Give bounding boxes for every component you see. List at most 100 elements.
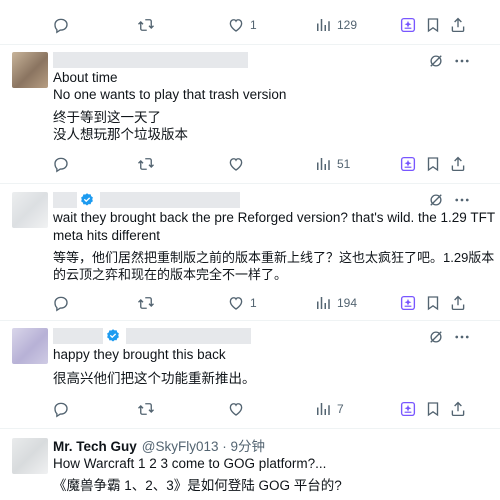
grok-button[interactable]: [399, 292, 417, 314]
tweet-actions: 7: [0, 398, 500, 420]
views-count: 7: [337, 402, 344, 416]
reply-button[interactable]: [52, 14, 75, 36]
bookmark-icon: [424, 294, 442, 312]
verified-icon: [105, 328, 121, 344]
tweet-text-line: No one wants to play that trash version: [53, 87, 287, 102]
like-icon: [227, 155, 245, 173]
reply-button[interactable]: [52, 153, 75, 175]
separator: [0, 428, 500, 429]
share-icon: [449, 155, 467, 173]
like-icon: [227, 294, 245, 312]
views-icon: [314, 155, 332, 173]
author-name-redacted[interactable]: [53, 52, 248, 68]
views-icon: [314, 400, 332, 418]
like-button[interactable]: 1: [227, 14, 257, 36]
views-button[interactable]: 7: [314, 398, 344, 420]
separator: [0, 320, 500, 321]
tweet-text-line: happy they brought this back: [53, 347, 226, 362]
avatar[interactable]: [12, 52, 48, 88]
reply-icon: [52, 294, 70, 312]
tweet-actions: 51: [0, 153, 500, 175]
share-icon: [449, 294, 467, 312]
reply-icon: [52, 400, 70, 418]
author-name-redacted[interactable]: [53, 328, 103, 344]
more-icon[interactable]: [453, 328, 471, 346]
tweet-text-line: About time: [53, 70, 118, 85]
like-count: 1: [250, 296, 257, 310]
retweet-button[interactable]: [137, 153, 160, 175]
like-button[interactable]: 1: [227, 292, 257, 314]
share-button[interactable]: [449, 398, 467, 420]
retweet-button[interactable]: [137, 292, 160, 314]
translation-line: 没人想玩那个垃圾版本: [53, 127, 188, 142]
views-count: 194: [337, 296, 358, 310]
author-handle-redacted[interactable]: [100, 192, 240, 208]
bookmark-icon: [424, 400, 442, 418]
reply-button[interactable]: [52, 398, 75, 420]
reply-icon: [52, 155, 70, 173]
views-button[interactable]: 194: [314, 292, 357, 314]
grok-icon: [399, 155, 417, 173]
more-icon[interactable]: [453, 191, 471, 209]
like-button[interactable]: [227, 153, 250, 175]
translation-line: 《魔兽争霸 1、2、3》是如何登陆 GOG 平台的?: [53, 478, 342, 493]
translation-line: 的云顶之弈和现在的版本完全不一样了。: [53, 267, 288, 282]
views-icon: [314, 16, 332, 34]
share-icon: [449, 16, 467, 34]
bookmark-button[interactable]: [424, 14, 442, 36]
grok-icon: [399, 400, 417, 418]
retweet-icon: [137, 400, 155, 418]
no-edit-icon[interactable]: [427, 52, 445, 70]
like-icon: [227, 16, 245, 34]
retweet-icon: [137, 16, 155, 34]
avatar[interactable]: [12, 328, 48, 364]
translation-line: 很高兴他们把这个功能重新推出。: [53, 371, 256, 386]
like-count: 1: [250, 18, 257, 32]
tweet-text-line: wait they brought back the pre Reforged …: [53, 210, 496, 225]
bookmark-button[interactable]: [424, 292, 442, 314]
grok-button[interactable]: [399, 153, 417, 175]
views-button[interactable]: 129: [314, 14, 357, 36]
share-button[interactable]: [449, 153, 467, 175]
tweet-actions: 1 194: [0, 292, 500, 314]
reply-icon: [52, 16, 70, 34]
grok-button[interactable]: [399, 398, 417, 420]
reply-button[interactable]: [52, 292, 75, 314]
bookmark-button[interactable]: [424, 398, 442, 420]
like-icon: [227, 400, 245, 418]
more-icon[interactable]: [453, 52, 471, 70]
no-edit-icon[interactable]: [427, 328, 445, 346]
author-name-redacted[interactable]: [53, 192, 77, 208]
author-handle-redacted[interactable]: [126, 328, 251, 344]
grok-button[interactable]: [399, 14, 417, 36]
tweet-text-line: meta hits different: [53, 228, 161, 243]
views-button[interactable]: 51: [314, 153, 350, 175]
separator: [0, 183, 500, 184]
avatar[interactable]: [12, 192, 48, 228]
translation-line: 终于等到这一天了: [53, 110, 161, 125]
grok-icon: [399, 16, 417, 34]
retweet-icon: [137, 294, 155, 312]
share-button[interactable]: [449, 292, 467, 314]
verified-icon: [79, 192, 95, 208]
views-count: 129: [337, 18, 358, 32]
retweet-button[interactable]: [137, 398, 160, 420]
views-icon: [314, 294, 332, 312]
retweet-icon: [137, 155, 155, 173]
retweet-button[interactable]: [137, 14, 160, 36]
separator: [0, 44, 500, 45]
grok-icon: [399, 294, 417, 312]
like-button[interactable]: [227, 398, 250, 420]
share-icon: [449, 400, 467, 418]
views-count: 51: [337, 157, 351, 171]
avatar[interactable]: [12, 438, 48, 474]
share-button[interactable]: [449, 14, 467, 36]
author-name[interactable]: Mr. Tech Guy: [53, 438, 137, 455]
no-edit-icon[interactable]: [427, 191, 445, 209]
author-handle[interactable]: @SkyFly013 · 9分钟: [142, 438, 265, 455]
tweet-header: Mr. Tech Guy @SkyFly013 · 9分钟: [53, 438, 265, 455]
tweet-text-line: How Warcraft 1 2 3 come to GOG platform?…: [53, 456, 327, 471]
tweet-actions-top: 1 129: [0, 14, 500, 36]
bookmark-icon: [424, 155, 442, 173]
bookmark-button[interactable]: [424, 153, 442, 175]
